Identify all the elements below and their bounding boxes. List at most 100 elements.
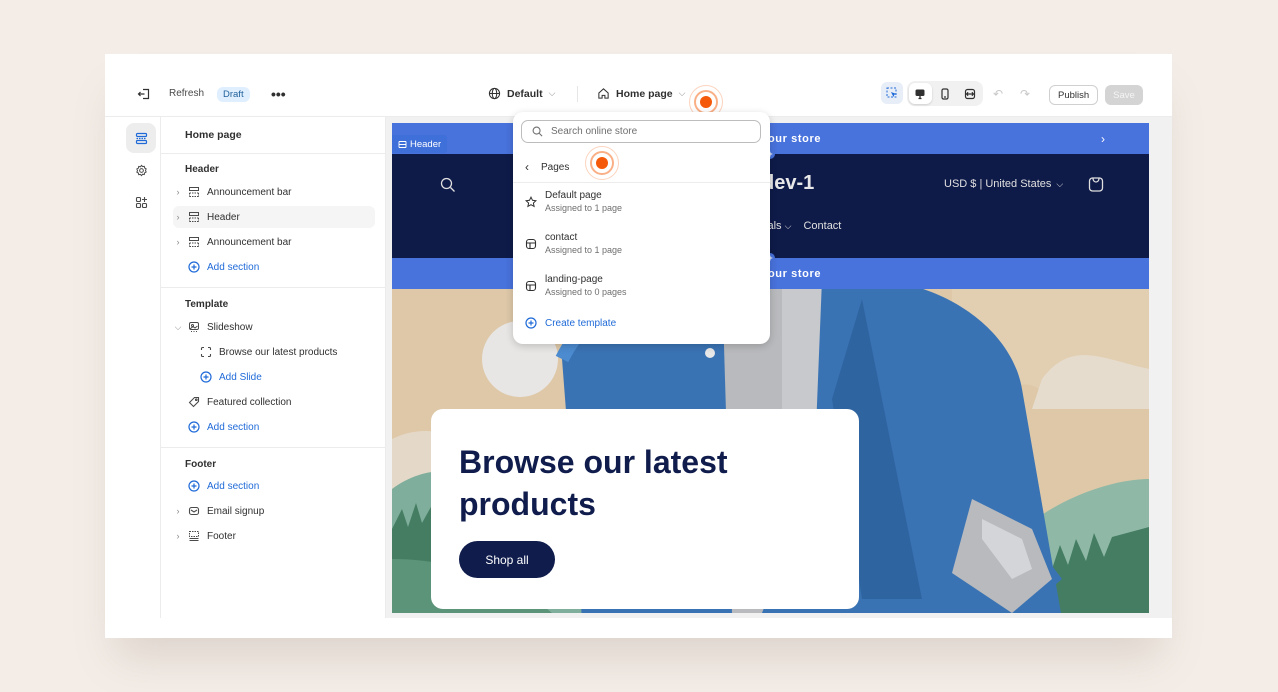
template-icon: [525, 280, 537, 292]
chevron-down-icon: ⌵: [678, 88, 686, 98]
section-item-label: Announcement bar: [207, 236, 292, 248]
sections-icon: [135, 132, 147, 144]
template-assignment: Assigned to 1 page: [545, 203, 623, 213]
add-section-button[interactable]: Add section: [173, 475, 375, 497]
preview-canvas[interactable]: o our store › Header + dev-1 USD $ | Uni…: [392, 123, 1149, 613]
status-badge: Draft: [217, 87, 250, 102]
left-rail: [105, 116, 161, 618]
rail-theme-settings-button[interactable]: [126, 155, 156, 185]
add-slide-button[interactable]: Add Slide: [195, 366, 397, 388]
template-option[interactable]: Default page Assigned to 1 page: [525, 190, 622, 213]
plus-circle-icon: [187, 420, 201, 434]
add-section-button[interactable]: Add section: [173, 256, 375, 278]
globe-icon: [488, 87, 501, 100]
chevron-down-icon: ⌵: [548, 88, 556, 98]
section-item-label: Header: [207, 211, 240, 223]
fullscreen-view-button[interactable]: [958, 83, 981, 104]
template-assignment: Assigned to 0 pages: [545, 287, 627, 297]
publish-button[interactable]: Publish: [1049, 85, 1099, 105]
add-section-button[interactable]: Add section: [173, 416, 375, 438]
block-item-slide[interactable]: Browse our latest products: [195, 341, 397, 363]
redo-button[interactable]: ↷: [1020, 87, 1030, 101]
save-button[interactable]: Save: [1105, 85, 1143, 105]
divider: [161, 287, 386, 288]
exit-icon[interactable]: [137, 87, 151, 101]
slideshow-icon: [187, 320, 201, 334]
divider: [161, 447, 386, 448]
more-horizontal-icon[interactable]: •••: [271, 86, 286, 102]
template-name: contact: [545, 232, 578, 243]
section-item[interactable]: › Announcement bar: [173, 181, 375, 203]
section-item[interactable]: › Announcement bar: [173, 231, 375, 253]
page-selector[interactable]: Home page ⌵: [597, 87, 685, 100]
section-item-slideshow[interactable]: ⌵ Slideshow: [173, 316, 375, 338]
template-name: Default page: [545, 190, 602, 201]
section-icon: [187, 185, 201, 199]
chevron-right-icon[interactable]: ›: [173, 237, 183, 247]
section-item-label: Email signup: [207, 505, 265, 517]
section-item[interactable]: › Footer: [173, 525, 375, 547]
cart-icon[interactable]: [1088, 176, 1104, 198]
app-blocks-icon: [135, 196, 147, 208]
mobile-view-button[interactable]: [934, 83, 957, 104]
group-footer-label: Footer: [185, 459, 217, 470]
chevron-right-icon[interactable]: ›: [173, 506, 183, 516]
section-item[interactable]: › Email signup: [173, 500, 375, 522]
gear-icon: [135, 164, 147, 176]
create-template-button[interactable]: Create template: [525, 317, 616, 329]
shop-all-button[interactable]: Shop all: [459, 541, 555, 578]
store-header[interactable]: dev-1 USD $ | United States ⌵ vals ⌵ Con…: [392, 154, 1149, 258]
plus-circle-icon: [187, 479, 201, 493]
rail-apps-button[interactable]: [126, 187, 156, 217]
select-element-button[interactable]: [881, 82, 903, 104]
undo-button[interactable]: ↶: [993, 87, 1003, 101]
section-item-label: Announcement bar: [207, 186, 292, 198]
back-label: Pages: [541, 161, 570, 173]
group-header-label: Header: [185, 164, 219, 175]
desktop-view-button[interactable]: [909, 83, 932, 104]
star-icon: [525, 196, 537, 208]
refresh-button[interactable]: Refresh: [169, 88, 204, 99]
template-option[interactable]: landing-page Assigned to 0 pages: [525, 274, 627, 297]
chevron-right-icon[interactable]: ›: [173, 531, 183, 541]
section-item-featured-collection[interactable]: Featured collection: [173, 391, 375, 413]
chevron-right-icon[interactable]: ›: [173, 187, 183, 197]
plus-circle-icon: [525, 317, 537, 329]
create-template-label: Create template: [545, 317, 617, 329]
template-icon: [525, 238, 537, 250]
home-icon: [598, 88, 609, 99]
device-toggle: [907, 81, 983, 106]
slideshow-hero[interactable]: Browse our latest products Shop all: [392, 289, 1149, 613]
template-option[interactable]: contact Assigned to 1 page: [525, 232, 622, 255]
currency-selector[interactable]: USD $ | United States ⌵: [944, 178, 1063, 190]
search-input[interactable]: Search online store: [521, 120, 761, 143]
chevron-right-icon[interactable]: ›: [173, 212, 183, 222]
search-icon[interactable]: [440, 177, 456, 198]
section-icon: [187, 235, 201, 249]
section-item[interactable]: › Header: [173, 206, 375, 228]
desktop-icon: [915, 89, 925, 99]
plus-circle-icon: [199, 370, 213, 384]
slide-block-icon: [199, 345, 213, 359]
section-icon: [187, 210, 201, 224]
section-item-label: Footer: [207, 530, 236, 542]
top-bar: Refresh Draft ••• Default ⌵ Home page ⌵: [105, 54, 1172, 119]
cursor-marker: [585, 146, 619, 180]
theme-selector[interactable]: Default ⌵: [488, 87, 555, 100]
nav-link-contact[interactable]: Contact: [803, 220, 841, 232]
mobile-icon: [941, 87, 949, 100]
add-section-label: Add section: [207, 421, 260, 433]
chevron-right-icon[interactable]: ›: [1101, 132, 1106, 146]
back-to-pages-button[interactable]: ‹ Pages: [525, 160, 569, 174]
page-title: Home page: [185, 129, 242, 141]
plus-circle-icon: [187, 260, 201, 274]
rail-sections-button[interactable]: [126, 123, 156, 153]
divider: [577, 86, 578, 102]
page-selector-label: Home page: [616, 87, 673, 100]
email-icon: [187, 504, 201, 518]
header-tag-label: Header: [410, 138, 442, 150]
add-slide-label: Add Slide: [219, 371, 262, 383]
header-section-tag: Header: [392, 135, 448, 153]
theme-selector-label: Default: [507, 87, 543, 100]
chevron-down-icon[interactable]: ⌵: [173, 322, 183, 333]
